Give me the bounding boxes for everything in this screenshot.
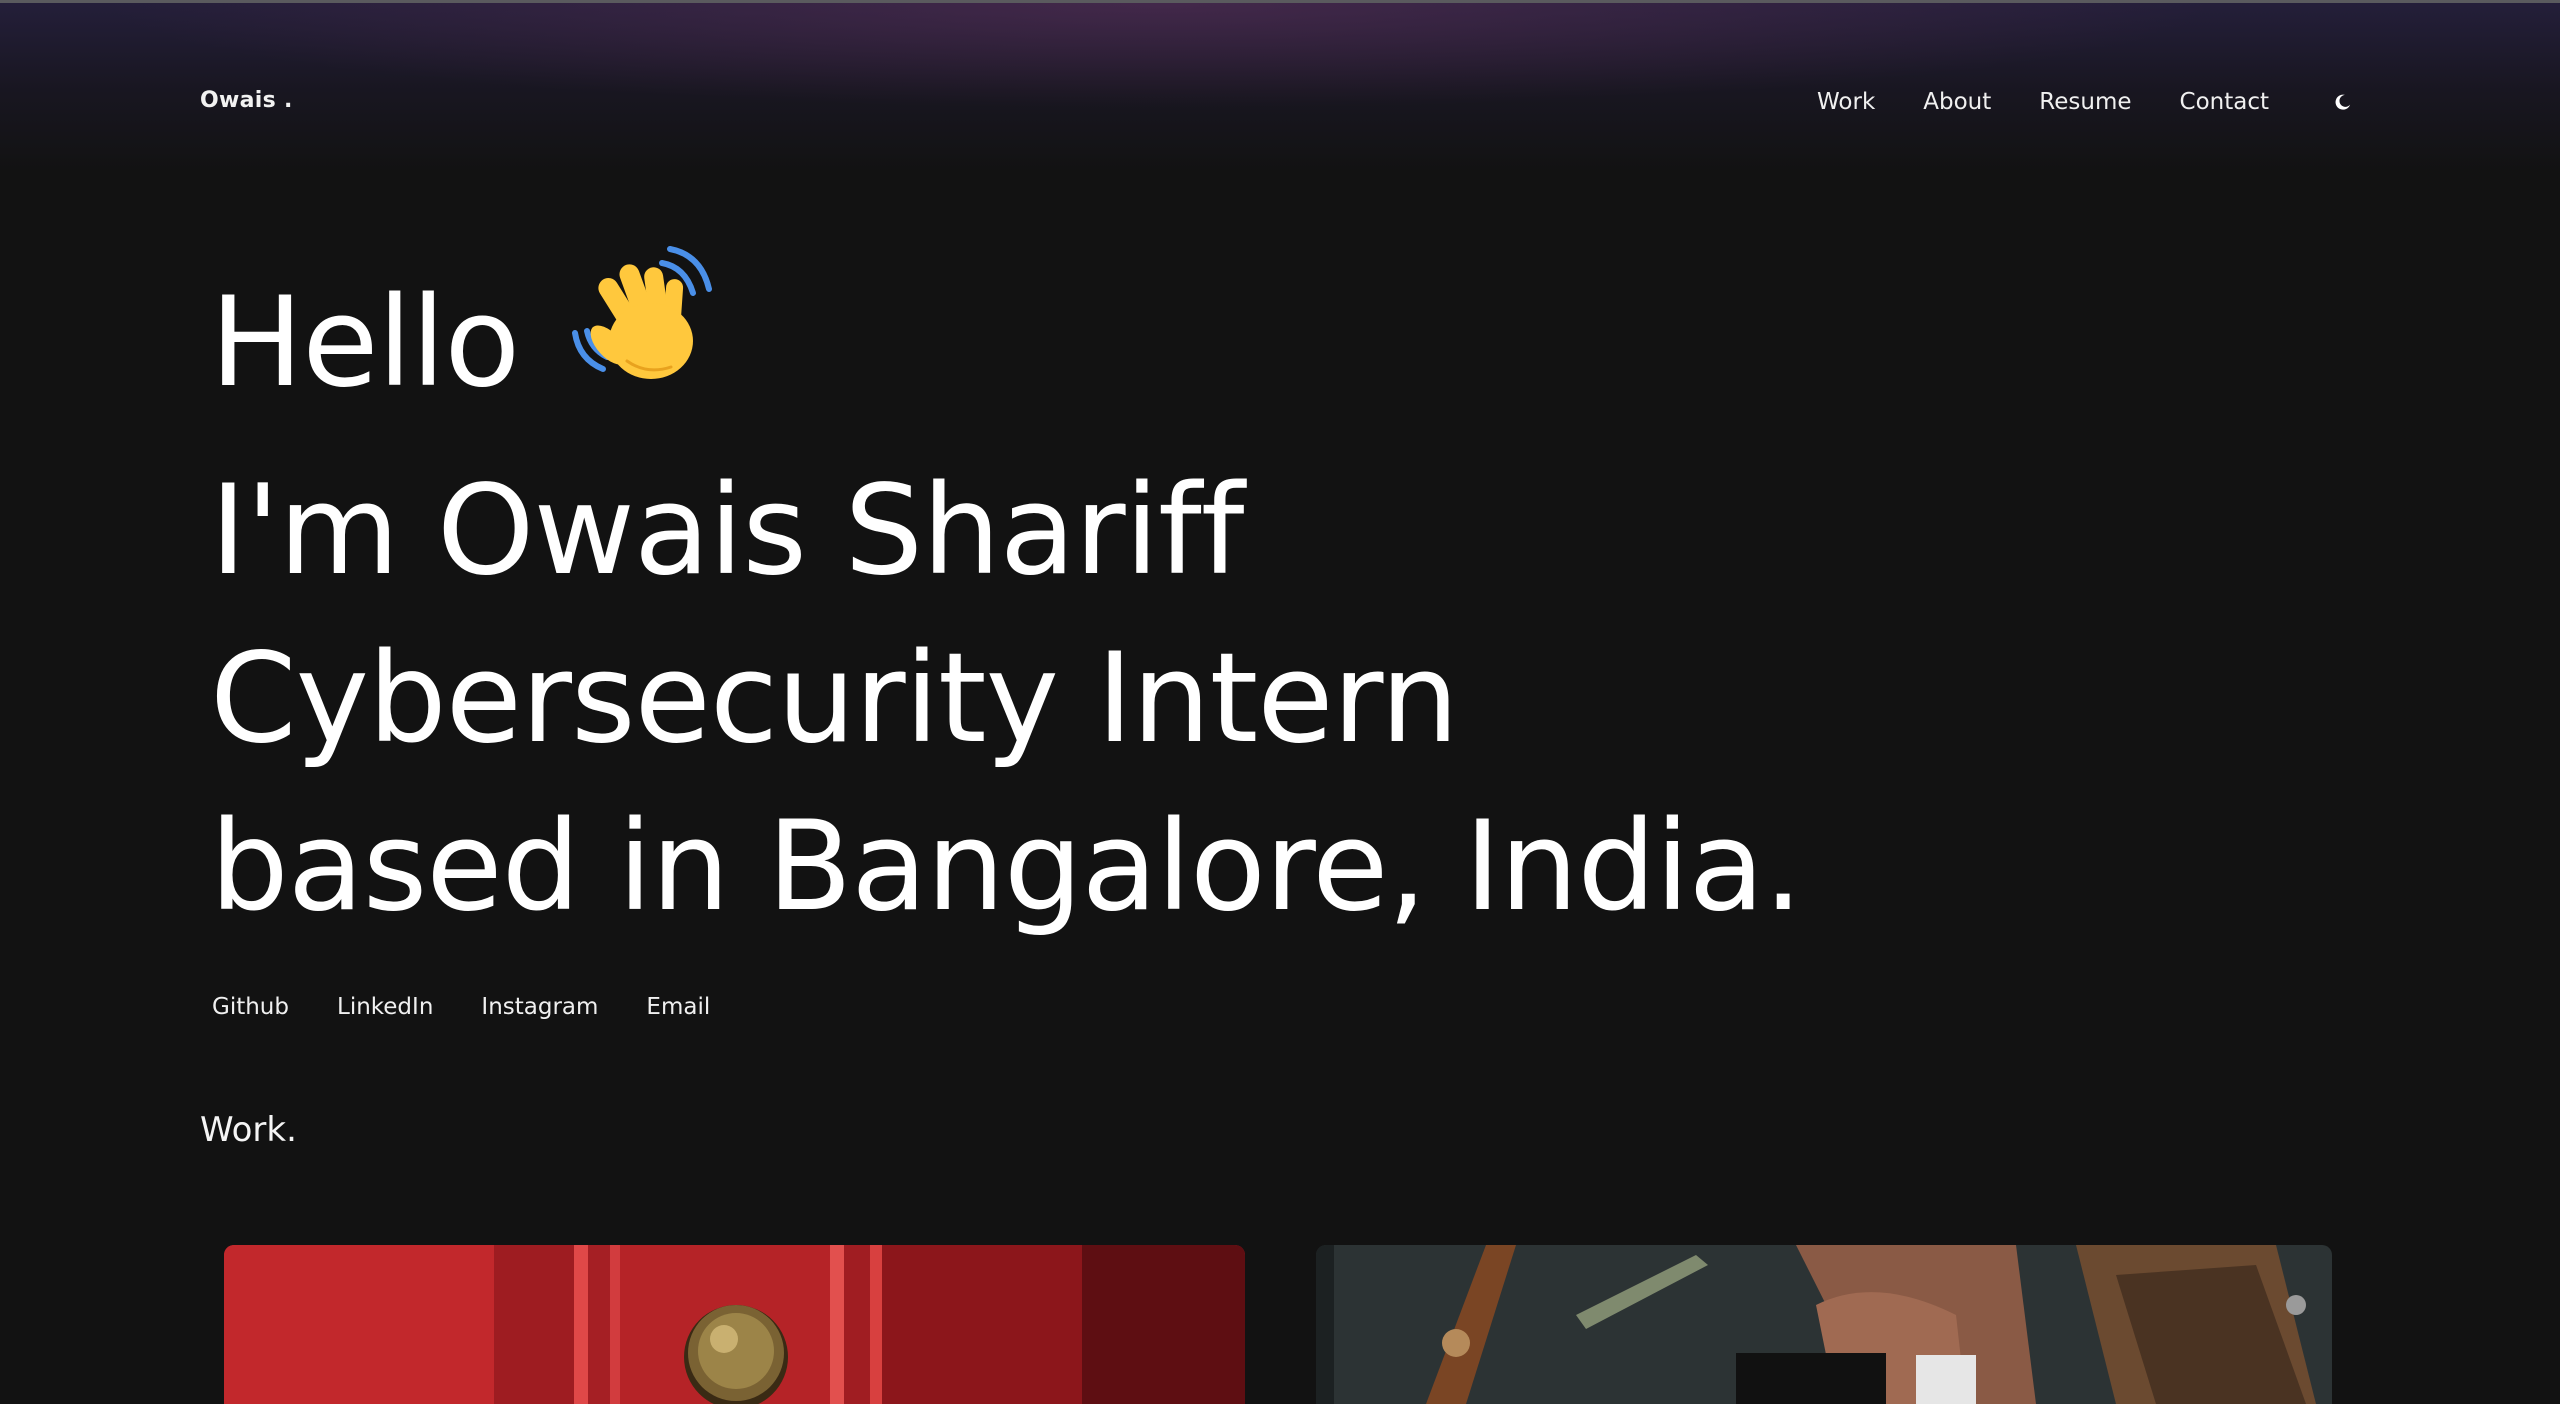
- hero-line-role: Cybersecurity Intern: [210, 627, 1459, 771]
- work-card-1[interactable]: [224, 1245, 1245, 1404]
- work-section-title: Work.: [200, 1110, 297, 1150]
- nav-link-about[interactable]: About: [1923, 89, 1991, 115]
- moon-icon: [2335, 94, 2351, 110]
- nav-link-contact[interactable]: Contact: [2180, 89, 2269, 115]
- navbar: Owais . Work About Resume Contact: [0, 0, 2560, 170]
- social-links: Github LinkedIn Instagram Email: [212, 994, 710, 1020]
- hero-line-location: based in Bangalore, India.: [210, 795, 1803, 939]
- hero-line-name: I'm Owais Shariff: [210, 459, 1244, 603]
- hero-greeting: Hello: [210, 271, 520, 416]
- hero-section: Hello I'm Owais Shariff Cybersecurity In…: [210, 246, 2110, 951]
- hero-line-hello: Hello: [210, 246, 2110, 447]
- work-card-2[interactable]: [1316, 1245, 2332, 1404]
- nav-links: Work About Resume Contact: [1817, 88, 2357, 116]
- theme-toggle-button[interactable]: [2329, 88, 2357, 116]
- logo-link[interactable]: Owais .: [200, 88, 293, 113]
- nav-link-resume[interactable]: Resume: [2039, 89, 2131, 115]
- social-link-instagram[interactable]: Instagram: [481, 994, 598, 1020]
- nav-link-work[interactable]: Work: [1817, 89, 1875, 115]
- hands-holding-wallet-card-image: [1316, 1245, 2332, 1404]
- social-link-linkedin[interactable]: LinkedIn: [337, 994, 433, 1020]
- social-link-github[interactable]: Github: [212, 994, 289, 1020]
- social-link-email[interactable]: Email: [646, 994, 710, 1020]
- red-door-with-knob-image: [224, 1245, 1245, 1404]
- page: Owais . Work About Resume Contact Hello: [0, 0, 2560, 1404]
- waving-hand-icon: [567, 241, 717, 433]
